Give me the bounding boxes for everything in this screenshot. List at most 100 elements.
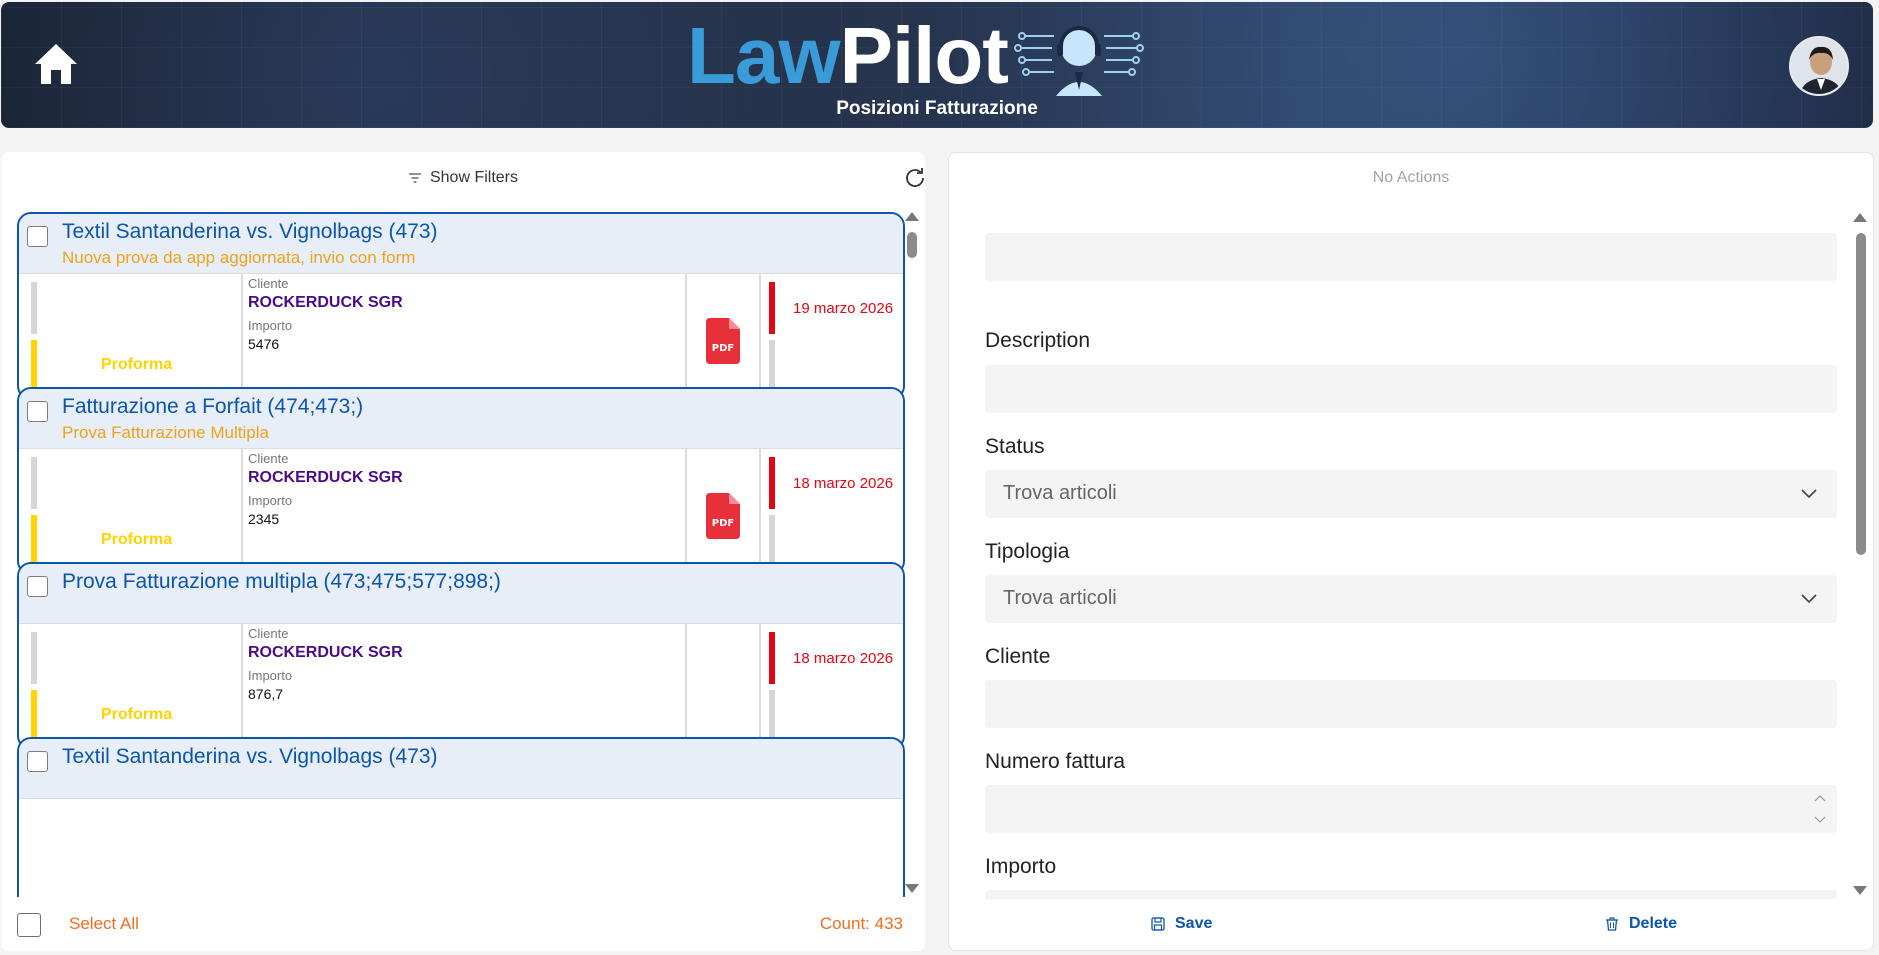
- select-all-button[interactable]: Select All: [69, 914, 139, 934]
- detail-form: Description Status Trova articoli Tipolo…: [949, 213, 1849, 899]
- refresh-icon[interactable]: [903, 166, 927, 190]
- importo-value: 5476: [248, 336, 280, 352]
- cliente-field[interactable]: [985, 680, 1837, 728]
- description-label: Description: [985, 329, 1091, 352]
- status-bar-grey: [31, 282, 37, 334]
- status-bar-grey: [31, 457, 37, 509]
- date-label: 18 marzo 2026: [793, 475, 894, 492]
- description-field[interactable]: [985, 365, 1837, 413]
- chevron-down-icon: [1801, 594, 1817, 604]
- status-label: Proforma: [101, 531, 173, 548]
- item-checkbox[interactable]: [27, 576, 48, 597]
- importo-value: 876,7: [248, 686, 284, 702]
- cliente-value: ROCKERDUCK SGR: [248, 294, 403, 311]
- cliente-value: ROCKERDUCK SGR: [248, 644, 403, 661]
- list-item-body: Proforma Cliente ROCKERDUCK SGR Importo …: [19, 624, 903, 748]
- cliente-label: Cliente: [248, 626, 289, 641]
- date-label: 18 marzo 2026: [793, 650, 894, 667]
- title-field[interactable]: [985, 233, 1837, 281]
- item-checkbox[interactable]: [27, 401, 48, 422]
- form-scrollbar[interactable]: [1852, 213, 1868, 899]
- divider: [241, 274, 243, 398]
- list-item[interactable]: Textil Santanderina vs. Vignolbags (473): [17, 737, 905, 897]
- status-bar-yellow: [31, 515, 37, 567]
- pdf-icon[interactable]: PDF: [706, 318, 740, 364]
- cliente-label: Cliente: [248, 451, 289, 466]
- divider: [685, 274, 687, 398]
- list-item-body: Proforma Cliente ROCKERDUCK SGR Importo …: [19, 274, 903, 398]
- date-bar-grey: [769, 340, 775, 392]
- importo-label: Importo: [248, 318, 293, 333]
- status-bar-grey: [31, 632, 37, 684]
- item-title: Prova Fatturazione multipla (473;475;577…: [62, 570, 501, 593]
- divider: [759, 449, 761, 573]
- date-bar-red: [769, 457, 775, 509]
- status-bar-yellow: [31, 340, 37, 392]
- list-item[interactable]: Fatturazione a Forfait (474;473;) Prova …: [17, 387, 905, 575]
- numero-fattura-label: Numero fattura: [985, 750, 1126, 773]
- numero-fattura-field[interactable]: [985, 785, 1837, 833]
- importo-field[interactable]: [985, 890, 1837, 899]
- importo-label: Importo: [985, 855, 1057, 878]
- list-item-body: Proforma Cliente ROCKERDUCK SGR Importo …: [19, 449, 903, 573]
- divider: [685, 624, 687, 748]
- chevron-down-icon: [1801, 489, 1817, 499]
- app-header: Law Pilot Posizioni Fatturazione: [1, 2, 1873, 128]
- trash-icon: [1606, 917, 1618, 931]
- status-label: Proforma: [101, 356, 173, 373]
- user-avatar[interactable]: [1789, 36, 1849, 96]
- list-item[interactable]: Textil Santanderina vs. Vignolbags (473)…: [17, 212, 905, 400]
- scroll-up-icon[interactable]: [1853, 213, 1867, 222]
- date-bar-grey: [769, 515, 775, 567]
- delete-label: Delete: [1629, 915, 1678, 932]
- logo-text-pilot: Pilot: [839, 11, 1009, 100]
- logo-text-law: Law: [687, 11, 841, 100]
- importo-label: Importo: [248, 668, 293, 683]
- divider: [759, 274, 761, 398]
- status-label: Status: [985, 435, 1045, 458]
- cliente-label: Cliente: [248, 276, 289, 291]
- home-icon[interactable]: [33, 40, 79, 88]
- status-select[interactable]: Trova articoli: [985, 470, 1837, 518]
- billing-list[interactable]: Textil Santanderina vs. Vignolbags (473)…: [1, 212, 907, 897]
- delete-button[interactable]: Delete: [1605, 915, 1677, 933]
- scroll-down-icon[interactable]: [905, 884, 919, 893]
- list-scrollbar[interactable]: [904, 212, 920, 897]
- detail-panel: No Actions Description Status Trova arti…: [948, 152, 1874, 951]
- scroll-up-icon[interactable]: [905, 212, 919, 221]
- divider: [241, 624, 243, 748]
- scroll-thumb[interactable]: [1856, 233, 1866, 555]
- date-bar-red: [769, 282, 775, 334]
- no-actions-label: No Actions: [1372, 169, 1450, 186]
- item-checkbox[interactable]: [27, 751, 48, 772]
- save-button[interactable]: Save: [1151, 915, 1212, 933]
- detail-footer: Save Delete: [949, 901, 1873, 951]
- date-bar-red: [769, 632, 775, 684]
- item-subtitle: Nuova prova da app aggiornata, invio con…: [62, 248, 416, 267]
- number-spinner-icon[interactable]: [1813, 791, 1827, 827]
- list-footer: Select All Count: 433: [1, 900, 925, 950]
- tipologia-select[interactable]: Trova articoli: [985, 575, 1837, 623]
- cliente-label: Cliente: [985, 645, 1051, 668]
- tipologia-label: Tipologia: [985, 540, 1070, 563]
- importo-value: 2345: [248, 511, 280, 527]
- divider: [759, 624, 761, 748]
- list-item-header: Prova Fatturazione multipla (473;475;577…: [19, 564, 903, 624]
- billing-list-panel: Show Filters Textil Santanderina vs. Vig…: [1, 152, 925, 951]
- item-title: Fatturazione a Forfait (474;473;): [62, 395, 364, 418]
- item-checkbox[interactable]: [27, 226, 48, 247]
- scroll-down-icon[interactable]: [1853, 886, 1867, 895]
- item-count: Count: 433: [819, 914, 903, 933]
- filter-icon: [408, 173, 421, 183]
- scroll-thumb[interactable]: [907, 232, 917, 258]
- show-filters-button[interactable]: Show Filters: [400, 165, 526, 191]
- save-label: Save: [1175, 915, 1213, 932]
- pdf-icon[interactable]: PDF: [706, 493, 740, 539]
- show-filters-label: Show Filters: [429, 169, 519, 186]
- list-item[interactable]: Prova Fatturazione multipla (473;475;577…: [17, 562, 905, 750]
- status-select-placeholder: Trova articoli: [1003, 482, 1117, 504]
- select-all-checkbox[interactable]: [17, 913, 41, 937]
- pilot-robot-icon: [1013, 26, 1144, 96]
- item-subtitle: Prova Fatturazione Multipla: [62, 423, 269, 442]
- page-title: Posizioni Fatturazione: [836, 98, 1038, 119]
